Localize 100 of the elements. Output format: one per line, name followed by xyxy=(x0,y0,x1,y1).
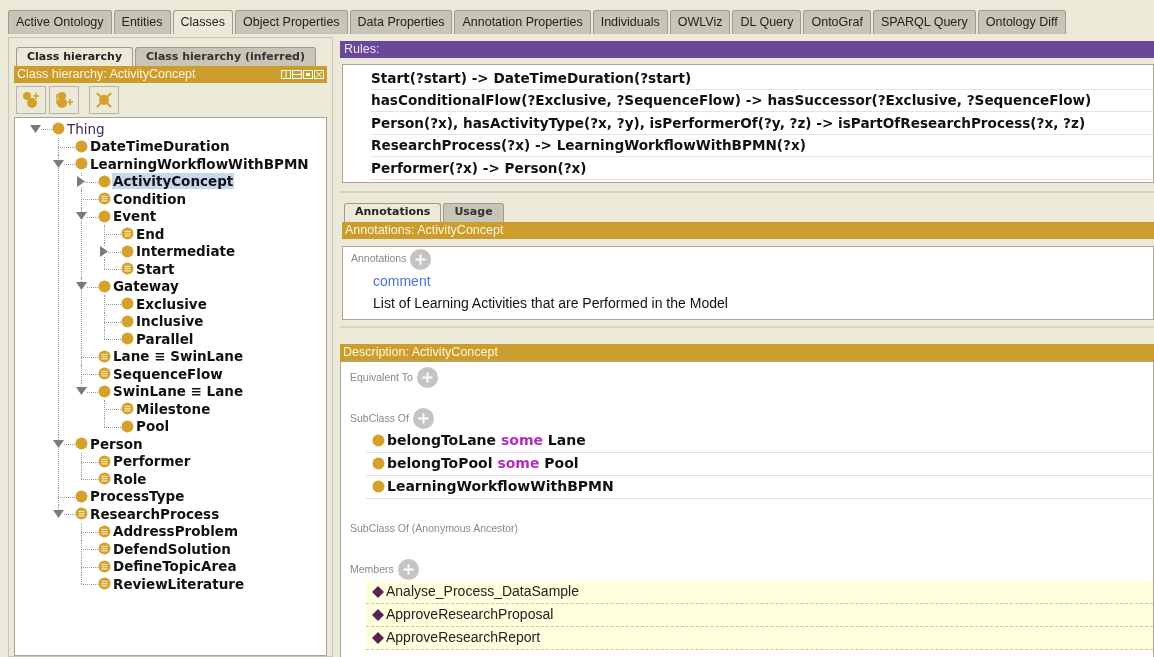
member-item[interactable]: ApproveResearchReport xyxy=(386,627,541,648)
tree-item[interactable]: Lane ≡ SwinLane xyxy=(112,348,245,365)
collapse-arrow-icon[interactable] xyxy=(52,509,64,518)
tree-item[interactable]: DefineTopicArea xyxy=(112,558,238,575)
panel-tab[interactable]: Class hierarchy xyxy=(16,47,134,66)
class-icon xyxy=(372,434,385,447)
main-tab[interactable]: Annotation Properties xyxy=(454,10,591,34)
class-icon xyxy=(121,244,134,258)
tree-item[interactable]: DateTimeDuration xyxy=(89,138,231,155)
class-icon xyxy=(52,122,65,136)
tree-item[interactable]: ActivityConcept xyxy=(112,173,235,190)
class-icon xyxy=(75,489,88,503)
rule-text[interactable]: hasConditionalFlow(?Exclusive, ?SequenceFlow) -> hasSuccessor(?Exclusive, ?SequenceFlow) xyxy=(371,90,1092,111)
tree-item[interactable]: SwinLane ≡ Lane xyxy=(112,383,245,400)
tree-item[interactable]: DefendSolution xyxy=(112,540,232,557)
defined-class-icon xyxy=(98,454,111,468)
class-expression[interactable]: belongToPool some Pool xyxy=(387,453,579,474)
tree-item[interactable]: SequenceFlow xyxy=(112,365,224,382)
defined-class-icon xyxy=(98,577,111,591)
class-icon xyxy=(98,384,111,398)
expand-arrow-icon[interactable] xyxy=(77,175,85,187)
add-button[interactable] xyxy=(410,248,432,270)
add-button[interactable] xyxy=(412,408,434,429)
close-icon[interactable] xyxy=(314,70,324,79)
tree-item[interactable]: Role xyxy=(112,470,148,487)
tree-item[interactable]: Parallel xyxy=(135,330,195,347)
tree-item[interactable]: Inclusive xyxy=(135,313,205,330)
rule-text[interactable]: ResearchProcess(?x) -> LearningWorkflowWithBPMN(?x) xyxy=(371,135,806,156)
collapse-arrow-icon[interactable] xyxy=(75,387,87,396)
main-tab[interactable]: Active Ontology xyxy=(8,10,112,34)
main-tab[interactable]: Classes xyxy=(172,10,233,34)
collapse-arrow-icon[interactable] xyxy=(52,159,64,168)
tree-item[interactable]: Gateway xyxy=(112,278,180,295)
main-tab[interactable]: Ontology Diff xyxy=(977,10,1066,34)
defined-class-icon xyxy=(98,349,111,363)
annotation-property[interactable]: comment xyxy=(373,269,1153,292)
main-tab[interactable]: Data Properties xyxy=(349,10,453,34)
class-icon xyxy=(121,314,134,328)
individual-icon xyxy=(372,608,384,621)
rule-text[interactable]: Performer(?x) -> Person(?x) xyxy=(371,157,587,178)
rule-text[interactable]: Start(?start) -> DateTimeDuration(?start) xyxy=(371,67,692,88)
tree-item[interactable]: Milestone xyxy=(135,400,212,417)
defined-class-icon xyxy=(98,367,111,381)
main-tab[interactable]: Object Properties xyxy=(235,10,348,34)
tree-item[interactable]: Person xyxy=(89,435,144,452)
class-icon xyxy=(372,480,385,493)
plus-icon xyxy=(400,562,416,577)
collapse-arrow-icon[interactable] xyxy=(75,282,87,291)
defined-class-icon xyxy=(98,192,111,206)
main-tab[interactable]: OWLViz xyxy=(669,10,731,34)
section-label: SubClass Of (Anonymous Ancestor) xyxy=(350,520,519,536)
add-button[interactable] xyxy=(397,559,419,580)
delete-class-button[interactable] xyxy=(89,86,119,114)
add-subclass-button[interactable] xyxy=(16,86,46,114)
section-label: SubClass Of xyxy=(350,410,409,426)
panel-tab[interactable]: Annotations xyxy=(344,202,442,222)
main-tab[interactable]: Individuals xyxy=(592,10,668,34)
collapse-arrow-icon[interactable] xyxy=(29,124,41,133)
member-item[interactable]: ApproveResearchProposal xyxy=(386,604,554,625)
defined-class-icon xyxy=(98,524,111,538)
main-tab[interactable]: OntoGraf xyxy=(803,10,871,34)
main-tab[interactable]: DL Query xyxy=(732,10,802,34)
tree-item[interactable]: ReviewLiterature xyxy=(112,575,246,592)
tree-item[interactable]: Intermediate xyxy=(135,243,237,260)
tree-item[interactable]: Performer xyxy=(112,453,192,470)
defined-class-icon xyxy=(121,402,134,416)
tree-item[interactable]: LearningWorkflowWithBPMN xyxy=(89,155,310,172)
class-icon xyxy=(121,297,134,311)
class-expression[interactable]: LearningWorkflowWithBPMN xyxy=(387,476,614,497)
tree-item[interactable]: Thing xyxy=(66,120,106,137)
class-expression[interactable]: belongToLane some Lane xyxy=(387,430,586,451)
tree-item[interactable]: Event xyxy=(112,208,158,225)
tree-item[interactable]: Start xyxy=(135,260,176,277)
tree-item[interactable]: End xyxy=(135,225,166,242)
main-tab[interactable]: Entities xyxy=(113,10,171,34)
panel-tab[interactable]: Usage xyxy=(443,202,504,222)
panel-tab[interactable]: Class hierarchy (inferred) xyxy=(135,47,316,66)
collapse-arrow-icon[interactable] xyxy=(75,212,87,221)
minimize-icon[interactable] xyxy=(292,70,302,79)
class-icon xyxy=(98,209,111,223)
tree-item[interactable]: ProcessType xyxy=(89,488,186,505)
tree-item[interactable]: AddressProblem xyxy=(112,523,239,540)
add-button[interactable] xyxy=(416,367,438,388)
defined-class-icon xyxy=(98,559,111,573)
main-tab[interactable]: SPARQL Query xyxy=(872,10,976,34)
tree-item[interactable]: Exclusive xyxy=(135,295,208,312)
rule-text[interactable]: Person(?x), hasActivityType(?x, ?y), isPerformerOf(?y, ?z) -> isPartOfResearchProcess(?x, ?z) xyxy=(371,112,1086,133)
defined-class-icon xyxy=(121,262,134,276)
tree-item[interactable]: Condition xyxy=(112,190,188,207)
individual-icon xyxy=(372,585,384,598)
individual-icon xyxy=(372,631,384,644)
split-icon[interactable] xyxy=(281,70,291,79)
annotation-value: List of Learning Activities that are Performed in the Model xyxy=(373,293,729,313)
add-sibling-button[interactable] xyxy=(49,86,79,114)
defined-class-icon xyxy=(98,472,111,486)
expand-arrow-icon[interactable] xyxy=(100,245,108,257)
collapse-arrow-icon[interactable] xyxy=(52,439,64,448)
tree-item[interactable]: Pool xyxy=(135,418,171,435)
maximize-icon[interactable] xyxy=(303,70,313,79)
tree-item[interactable]: ResearchProcess xyxy=(89,505,221,522)
